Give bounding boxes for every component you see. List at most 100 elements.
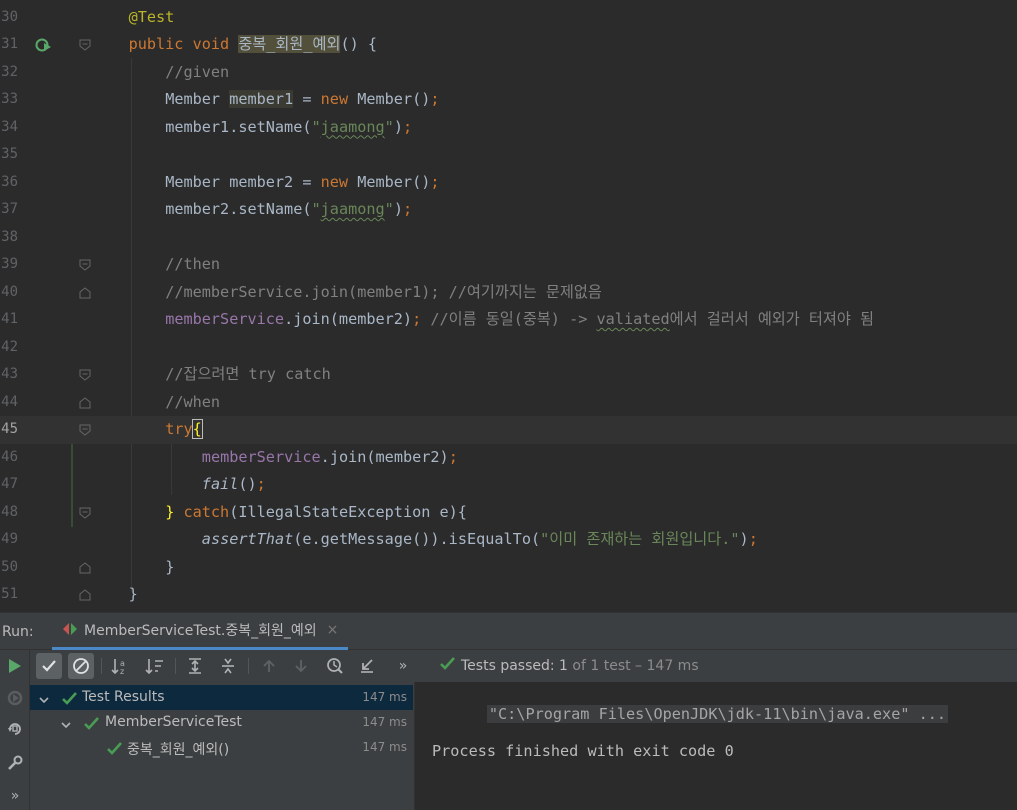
fold-marker-icon[interactable]	[79, 369, 91, 381]
line-number[interactable]: 43	[0, 361, 18, 389]
run-side-toolbar: »	[0, 650, 30, 810]
expand-arrow-icon[interactable]	[38, 691, 50, 704]
code-line[interactable]: 44 //when	[0, 389, 1017, 417]
tree-row-test-results[interactable]: Test Results 147 ms	[30, 685, 413, 710]
line-number[interactable]: 51	[0, 581, 18, 609]
expand-all-icon[interactable]	[182, 653, 208, 679]
fold-marker-icon[interactable]	[79, 507, 91, 519]
code-line[interactable]: 51}	[0, 581, 1017, 609]
line-number[interactable]: 42	[0, 334, 18, 362]
code-text: fail();	[202, 471, 266, 499]
show-ignored-toggle[interactable]	[68, 653, 94, 679]
rerun-failed-icon[interactable]	[4, 687, 26, 709]
line-number[interactable]: 38	[0, 224, 18, 252]
code-line[interactable]: 39 //then	[0, 251, 1017, 279]
close-tab-icon[interactable]: ×	[327, 622, 339, 638]
console-output[interactable]: "C:\Program Files\OpenJDK\jdk-11\bin\jav…	[414, 682, 1017, 810]
show-passed-toggle[interactable]	[36, 653, 62, 679]
line-number[interactable]: 49	[0, 526, 18, 554]
expand-arrow-icon[interactable]	[60, 716, 72, 729]
fold-marker-icon[interactable]	[79, 424, 91, 436]
fold-marker-icon[interactable]	[79, 589, 91, 601]
run-test-gutter-icon[interactable]	[35, 37, 53, 53]
code-editor[interactable]: 30 @Test 31 public void 중복_회원_예외() {32 //giv…	[0, 0, 1017, 612]
code-line[interactable]: 37 member2.setName("jaamong");	[0, 196, 1017, 224]
code-line[interactable]: 40 //memberService.join(member1); //여기까지는…	[0, 279, 1017, 307]
tree-row-test-class[interactable]: MemberServiceTest 147 ms	[30, 710, 413, 735]
line-number[interactable]: 30	[0, 4, 18, 32]
code-line[interactable]: 31 public void 중복_회원_예외() {	[0, 31, 1017, 59]
fold-marker-icon[interactable]	[79, 561, 91, 574]
line-number[interactable]: 35	[0, 141, 18, 169]
code-line[interactable]: 46 memberService.join(member2);	[0, 444, 1017, 472]
more-tools-icon[interactable]: »	[4, 785, 26, 807]
line-number[interactable]: 50	[0, 554, 18, 582]
test-results-tree: Test Results 147 ms MemberServiceTest 14…	[30, 682, 413, 810]
code-token: catch	[174, 502, 230, 521]
code-line[interactable]: 38	[0, 224, 1017, 252]
code-token: new	[320, 90, 358, 108]
more-actions-icon[interactable]: »	[390, 653, 416, 679]
code-line[interactable]: 48 } catch(IllegalStateException e){	[0, 499, 1017, 527]
code-token: (IllegalStateException e){	[229, 502, 467, 521]
line-number[interactable]: 31	[0, 31, 18, 59]
code-line[interactable]: 50}	[0, 554, 1017, 582]
run-config-tab[interactable]: MemberServiceTest.중복_회원_예외 ×	[52, 613, 349, 650]
tree-time: 147 ms	[362, 690, 407, 704]
next-failed-test-icon[interactable]	[288, 653, 314, 679]
code-text: } catch(IllegalStateException e){	[165, 499, 467, 527]
fold-marker-icon[interactable]	[79, 396, 91, 409]
code-line[interactable]: 35	[0, 141, 1017, 169]
line-number[interactable]: 45	[0, 416, 18, 444]
line-number[interactable]: 40	[0, 279, 18, 307]
rerun-icon[interactable]	[4, 655, 26, 677]
fold-marker-icon[interactable]	[79, 286, 91, 299]
tree-row-test-method[interactable]: 중복_회원_예외() 147 ms	[30, 735, 413, 760]
tests-status: Tests passed: 1 of 1 test – 147 ms	[440, 657, 699, 674]
code-token: "	[311, 117, 321, 136]
line-number[interactable]: 46	[0, 444, 18, 472]
line-number[interactable]: 36	[0, 169, 18, 197]
code-token: )	[739, 530, 749, 548]
code-token: ;	[412, 310, 431, 328]
line-number[interactable]: 32	[0, 59, 18, 87]
code-line[interactable]: 33 Member member1 = new Member();	[0, 86, 1017, 114]
code-line[interactable]: 42	[0, 334, 1017, 362]
code-token: ;	[430, 172, 440, 191]
code-token: Member()	[357, 172, 431, 191]
code-text: //잡으려면 try catch	[165, 361, 331, 389]
previous-failed-test-icon[interactable]	[256, 653, 282, 679]
line-number[interactable]: 37	[0, 196, 18, 224]
code-line[interactable]: 47 fail();	[0, 471, 1017, 499]
line-number[interactable]: 41	[0, 306, 18, 334]
sort-by-duration-icon[interactable]	[142, 653, 168, 679]
wrench-icon[interactable]	[4, 752, 26, 774]
code-line[interactable]: 34 member1.setName("jaamong");	[0, 114, 1017, 142]
code-line[interactable]: 32 //given	[0, 59, 1017, 87]
line-number[interactable]: 48	[0, 499, 18, 527]
line-number[interactable]: 47	[0, 471, 18, 499]
sort-alphabetically-icon[interactable]: az	[108, 653, 134, 679]
code-line[interactable]: 49 assertThat(e.getMessage()).isEqualTo("…	[0, 526, 1017, 554]
line-number[interactable]: 33	[0, 86, 18, 114]
code-line[interactable]: 30 @Test	[0, 4, 1017, 32]
code-token: //given	[165, 62, 230, 81]
code-token: memberService	[201, 447, 321, 466]
line-number[interactable]: 34	[0, 114, 18, 142]
fold-marker-icon[interactable]	[79, 39, 91, 51]
code-line[interactable]: 43 //잡으려면 try catch	[0, 361, 1017, 389]
line-number[interactable]: 44	[0, 389, 18, 417]
toolbar-separator	[175, 658, 176, 674]
collapse-all-icon[interactable]	[215, 653, 241, 679]
code-line[interactable]: 45 try{	[0, 416, 1017, 444]
line-number[interactable]: 39	[0, 251, 18, 279]
test-history-icon[interactable]	[322, 653, 348, 679]
code-token: 에서 걸러서 예외가 터져야 됨	[669, 310, 874, 328]
code-line[interactable]: 36 Member member2 = new Member();	[0, 169, 1017, 197]
code-line[interactable]: 41 memberService.join(member2); //이름 동일(중…	[0, 306, 1017, 334]
import-tests-icon[interactable]	[354, 653, 380, 679]
code-token: ;	[402, 200, 413, 218]
console-command-line[interactable]: "C:\Program Files\OpenJDK\jdk-11\bin\jav…	[486, 705, 949, 723]
fold-marker-icon[interactable]	[79, 259, 91, 271]
toggle-auto-test-icon[interactable]	[4, 718, 26, 740]
